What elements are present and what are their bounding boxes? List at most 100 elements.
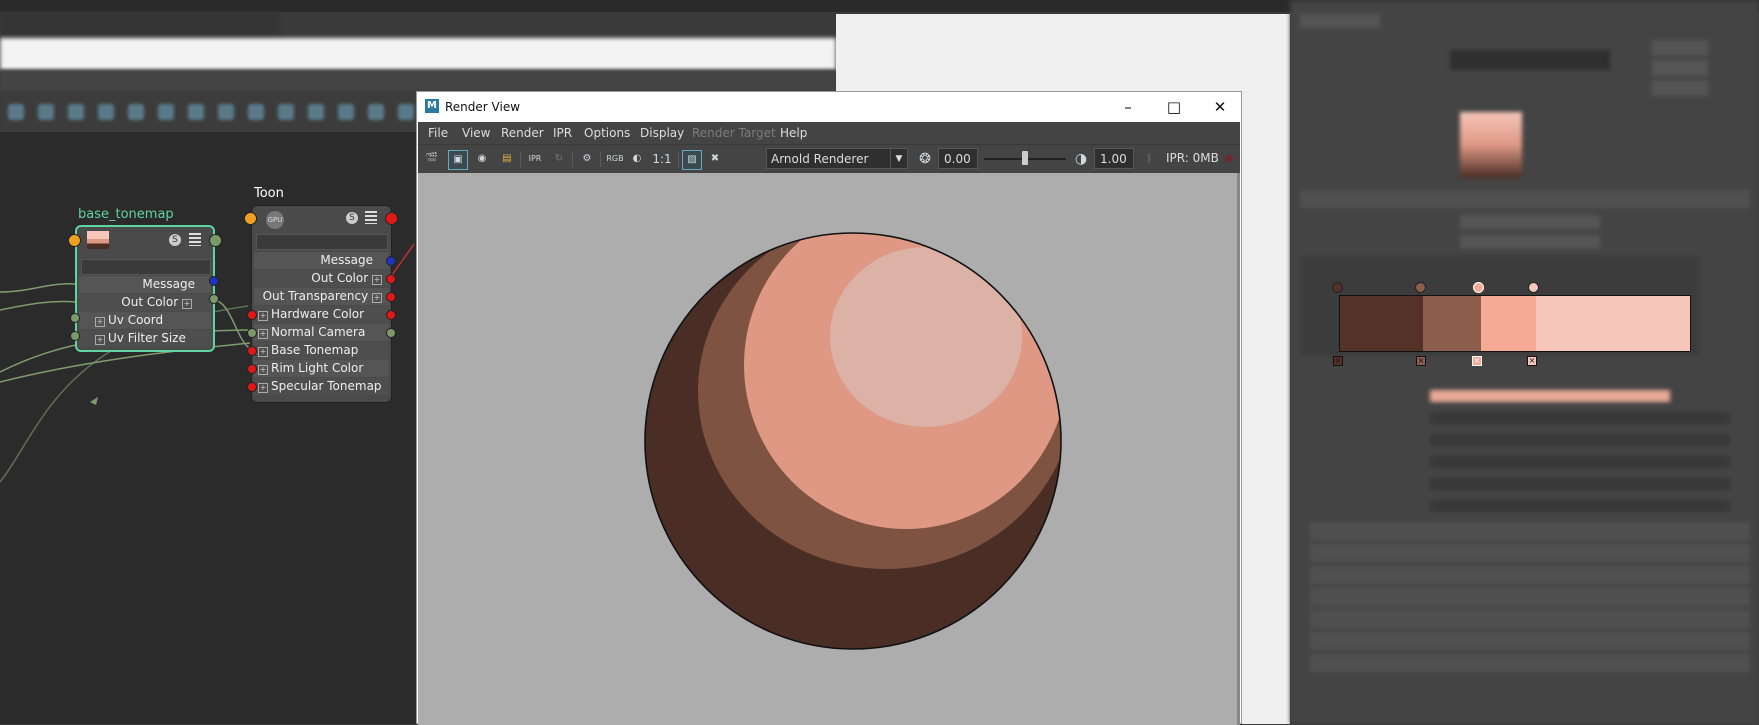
display-image-icon[interactable]: ▧: [682, 150, 702, 170]
minimize-button[interactable]: –: [1105, 92, 1151, 122]
shader-s-icon[interactable]: S: [169, 234, 181, 246]
menu-ipr[interactable]: IPR: [553, 126, 572, 140]
expand-icon[interactable]: +: [372, 293, 382, 303]
tonemap-output-message: Message: [79, 276, 211, 293]
ramp-delete-1[interactable]: ×: [1333, 356, 1343, 366]
window-title: Render View: [445, 100, 521, 114]
canvas-scrollbar[interactable]: [1237, 173, 1240, 725]
render-region-icon[interactable]: ▣: [448, 150, 468, 170]
ramp-handle-4[interactable]: [1528, 282, 1539, 293]
tonemap-output-out-color: Out Color +: [79, 294, 211, 311]
expand-icon[interactable]: +: [182, 299, 192, 309]
close-button[interactable]: ✕: [1197, 92, 1243, 122]
render-view-window[interactable]: M Render View – □ ✕ File View Render IPR…: [416, 91, 1242, 725]
menu-view[interactable]: View: [462, 126, 490, 140]
list-icon[interactable]: [365, 211, 377, 224]
tonemap-output-port[interactable]: [209, 234, 222, 247]
rgb-channel-icon[interactable]: RGB: [604, 150, 626, 168]
tonemap-uv-coord-label: Uv Coord: [108, 313, 164, 327]
tonemap-node[interactable]: S Message Out Color + + Uv Coord + Uv Filt…: [75, 225, 215, 352]
toon-input-hardware-color: + Hardware Color: [254, 306, 389, 323]
toon-normal-camera-label: Normal Camera: [271, 325, 366, 339]
expand-icon[interactable]: +: [258, 347, 268, 357]
expand-icon[interactable]: +: [95, 317, 105, 327]
ramp-handle-2[interactable]: [1415, 282, 1426, 293]
chevron-down-icon[interactable]: ▼: [890, 149, 907, 168]
toon-input-base-tonemap: + Base Tonemap: [254, 342, 389, 359]
gpu-icon: GPU: [266, 211, 284, 229]
toon-outcolor-port[interactable]: [386, 274, 396, 284]
exposure-field[interactable]: 0.00: [938, 148, 978, 169]
toon-input-normal-camera: + Normal Camera: [254, 324, 389, 341]
renderer-dropdown[interactable]: Arnold Renderer ▼: [766, 148, 908, 169]
toon-hardwarecolor-out-port[interactable]: [386, 310, 396, 320]
exposure-icon: ❂: [919, 151, 931, 167]
expand-icon[interactable]: +: [372, 275, 382, 285]
ramp-handle-1[interactable]: [1332, 282, 1343, 293]
toon-rim-light-label: Rim Light Color: [271, 361, 364, 375]
toon-input-specular-tonemap: + Specular Tonemap: [254, 378, 389, 395]
background-toolbar-strip: [0, 12, 280, 36]
ramp-handle-3[interactable]: [1473, 282, 1484, 293]
ipr-memory-readout: IPR: 0MB: [1166, 151, 1219, 165]
render-view-titlebar[interactable]: M Render View – □ ✕: [417, 92, 1241, 122]
alpha-channel-icon[interactable]: ◐: [628, 150, 646, 168]
stop-icon: ●: [1224, 153, 1234, 164]
toon-node[interactable]: GPU S Message Out Color + Out Transparen…: [251, 205, 392, 403]
render-clapper-icon[interactable]: 🎬: [423, 150, 441, 168]
render-settings-icon[interactable]: ⚙: [578, 150, 596, 168]
toon-output-port[interactable]: [385, 212, 398, 225]
toon-speculartonemap-port[interactable]: [247, 382, 257, 392]
hypershade-menubar: [0, 70, 836, 92]
tonemap-uvfilter-port[interactable]: [70, 331, 80, 341]
gamma-field[interactable]: 1.00: [1094, 148, 1134, 169]
menu-options[interactable]: Options: [584, 126, 630, 140]
toon-normalcamera-out-port[interactable]: [386, 328, 396, 338]
toon-basetonemap-port[interactable]: [247, 346, 257, 356]
toolbar-separator: [520, 151, 521, 167]
menu-render[interactable]: Render: [501, 126, 544, 140]
toon-message-port[interactable]: [386, 256, 396, 266]
toon-input-port[interactable]: [244, 212, 257, 225]
tonemap-outcolor-port[interactable]: [209, 294, 219, 304]
render-view-menubar: File View Render IPR Options Display Ren…: [418, 122, 1240, 144]
ramp-delete-2[interactable]: ×: [1416, 356, 1426, 366]
tonemap-input-uv-filter: + Uv Filter Size: [79, 330, 211, 347]
render-sequence-icon[interactable]: ▤: [498, 150, 516, 168]
color-ramp-widget[interactable]: × × × ×: [1326, 276, 1696, 366]
remove-image-icon[interactable]: ✖: [706, 150, 724, 168]
renderer-value: Arnold Renderer: [771, 152, 869, 166]
ramp-gradient-bar[interactable]: [1339, 295, 1691, 352]
maximize-button[interactable]: □: [1151, 92, 1197, 122]
ratio-button[interactable]: 1:1: [650, 150, 674, 168]
ipr-render-icon[interactable]: IPR: [526, 150, 544, 168]
ramp-delete-4[interactable]: ×: [1527, 356, 1537, 366]
menu-file[interactable]: File: [428, 126, 448, 140]
tonemap-input-port[interactable]: [68, 234, 81, 247]
expand-icon[interactable]: +: [258, 365, 268, 375]
snapshot-camera-icon[interactable]: ◉: [473, 150, 491, 168]
render-canvas[interactable]: [418, 173, 1240, 725]
expand-icon[interactable]: +: [95, 335, 105, 345]
expand-icon[interactable]: +: [258, 383, 268, 393]
gamma-icon: ◑: [1074, 151, 1088, 167]
menu-help[interactable]: Help: [780, 126, 807, 140]
ramp-delete-3[interactable]: ×: [1472, 356, 1482, 366]
tonemap-uvcoord-port[interactable]: [70, 313, 80, 323]
toon-search-field[interactable]: [256, 234, 388, 250]
pause-icon: ‖: [1146, 153, 1152, 164]
toon-outtransparency-port[interactable]: [386, 292, 396, 302]
expand-icon[interactable]: +: [258, 329, 268, 339]
expand-icon[interactable]: +: [258, 311, 268, 321]
tonemap-message-port[interactable]: [209, 276, 219, 286]
tonemap-uv-filter-label: Uv Filter Size: [108, 331, 186, 345]
toon-out-color-label: Out Color: [311, 271, 369, 285]
menu-display[interactable]: Display: [640, 126, 684, 140]
list-icon[interactable]: [189, 233, 201, 246]
toon-rimlight-port[interactable]: [247, 364, 257, 374]
toon-normalcamera-in-port[interactable]: [247, 328, 257, 338]
toon-hardwarecolor-in-port[interactable]: [247, 310, 257, 320]
shader-s-icon[interactable]: S: [346, 212, 358, 224]
exposure-slider-handle[interactable]: [1022, 151, 1028, 165]
tonemap-search-field[interactable]: [81, 259, 211, 275]
